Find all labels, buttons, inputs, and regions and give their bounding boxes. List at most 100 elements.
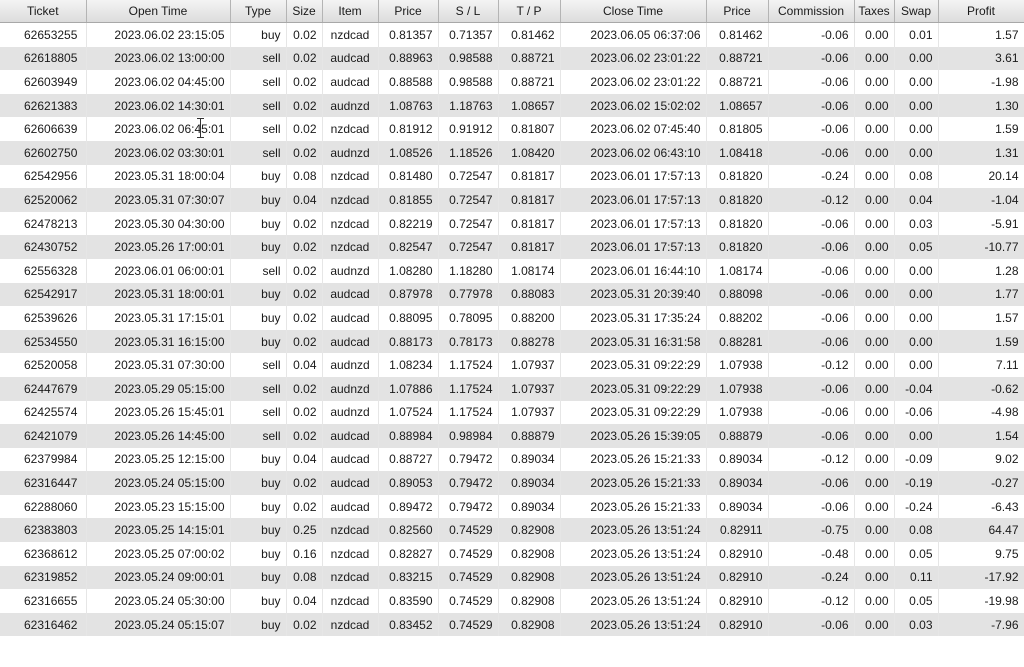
cell-taxes: 0.00	[854, 424, 895, 448]
cell-taxes: 0.00	[854, 400, 895, 425]
cell-size: 0.16	[286, 542, 323, 566]
table-row[interactable]: 62534550 2023.05.31 16:15:00 buy 0.02 audcad…	[0, 329, 1024, 354]
column-header-commission[interactable]: Commission	[768, 0, 855, 23]
table-row[interactable]: 62447679 2023.05.29 05:15:00 sell 0.02 audnz…	[0, 376, 1024, 401]
cell-commission: -0.06	[768, 22, 855, 47]
cell-type: sell	[230, 376, 287, 401]
cell-stop-loss: 0.74529	[438, 542, 499, 566]
cell-take-profit: 0.88200	[498, 306, 561, 330]
table-row[interactable]: 62542956 2023.05.31 18:00:04 buy 0.08 nzdcad…	[0, 164, 1024, 189]
cell-open-price: 0.83590	[378, 589, 439, 613]
table-row[interactable]: 62319852 2023.05.24 09:00:01 buy 0.08 nzdcad…	[0, 565, 1024, 590]
column-header-type[interactable]: Type	[230, 0, 287, 23]
cell-swap: 0.00	[894, 140, 939, 165]
cell-close-price: 1.08657	[706, 93, 769, 118]
column-header-item[interactable]: Item	[322, 0, 379, 23]
table-row[interactable]: 62602750 2023.06.02 03:30:01 sell 0.02 audnz…	[0, 140, 1024, 165]
cell-open-price: 1.08280	[378, 258, 439, 283]
cell-swap: 0.00	[894, 353, 939, 377]
column-header-open-time[interactable]: Open Time	[86, 0, 231, 23]
cell-ticket: 62319852	[0, 565, 87, 590]
cell-commission: -0.06	[768, 376, 855, 401]
column-header-swap[interactable]: Swap	[894, 0, 939, 23]
cell-profit: 7.11	[938, 353, 1024, 377]
cell-taxes: 0.00	[854, 589, 895, 613]
cell-close-price: 0.81820	[706, 188, 769, 212]
cell-taxes: 0.00	[854, 164, 895, 189]
table-row[interactable]: 62621383 2023.06.02 14:30:01 sell 0.02 audnz…	[0, 93, 1024, 118]
cell-taxes: 0.00	[854, 235, 895, 259]
cell-commission: -0.06	[768, 211, 855, 236]
table-row[interactable]: 62603949 2023.06.02 04:45:00 sell 0.02 audca…	[0, 70, 1024, 94]
cell-open-time: 2023.05.25 12:15:00	[86, 447, 231, 472]
table-row[interactable]: 62421079 2023.05.26 14:45:00 sell 0.02 audca…	[0, 424, 1024, 448]
cell-take-profit: 0.88083	[498, 282, 561, 307]
cell-item: nzdcad	[322, 235, 379, 259]
column-header-close-price[interactable]: Price	[706, 0, 769, 23]
cell-ticket: 62603949	[0, 70, 87, 94]
cell-open-time: 2023.05.31 16:15:00	[86, 329, 231, 354]
cell-swap: 0.00	[894, 46, 939, 71]
cell-commission: -0.06	[768, 306, 855, 330]
table-row[interactable]: 62520062 2023.05.31 07:30:07 buy 0.04 nzdcad…	[0, 188, 1024, 212]
table-row[interactable]: 62542917 2023.05.31 18:00:01 buy 0.02 audcad…	[0, 282, 1024, 307]
table-row[interactable]: 62520058 2023.05.31 07:30:00 sell 0.04 audnz…	[0, 353, 1024, 377]
table-row[interactable]: 62425574 2023.05.26 15:45:01 sell 0.02 audnz…	[0, 400, 1024, 425]
table-row[interactable]: 62606639 2023.06.02 06:45:01 sell 0.02 nzdca…	[0, 117, 1024, 141]
cell-take-profit: 0.88721	[498, 46, 561, 71]
cell-close-time: 2023.06.02 15:02:02	[560, 93, 707, 118]
column-header-ticket[interactable]: Ticket	[0, 0, 87, 23]
cell-stop-loss: 0.74529	[438, 612, 499, 637]
cell-size: 0.02	[286, 211, 323, 236]
cell-type: buy	[230, 565, 287, 590]
cell-ticket: 62539626	[0, 306, 87, 330]
table-row[interactable]: 62383803 2023.05.25 14:15:01 buy 0.25 nzdcad…	[0, 518, 1024, 543]
table-row[interactable]: 62539626 2023.05.31 17:15:01 buy 0.02 audcad…	[0, 306, 1024, 330]
cell-open-price: 0.83215	[378, 565, 439, 590]
cell-commission: -0.12	[768, 589, 855, 613]
column-header-size[interactable]: Size	[286, 0, 323, 23]
cell-taxes: 0.00	[854, 306, 895, 330]
cell-close-time: 2023.05.26 15:21:33	[560, 471, 707, 495]
cell-type: sell	[230, 258, 287, 283]
cell-close-time: 2023.06.02 23:01:22	[560, 70, 707, 94]
column-header-take-profit[interactable]: T / P	[498, 0, 561, 23]
table-row[interactable]: 62316462 2023.05.24 05:15:07 buy 0.02 nzdcad…	[0, 612, 1024, 637]
cell-item: audcad	[322, 46, 379, 71]
cell-open-price: 0.81357	[378, 22, 439, 47]
table-row[interactable]: 62316655 2023.05.24 05:30:00 buy 0.04 nzdcad…	[0, 589, 1024, 613]
column-header-close-time[interactable]: Close Time	[560, 0, 707, 23]
cell-size: 0.02	[286, 400, 323, 425]
table-row[interactable]: 62379984 2023.05.25 12:15:00 buy 0.04 audcad…	[0, 447, 1024, 472]
table-row[interactable]: 62288060 2023.05.23 15:15:00 buy 0.02 audcad…	[0, 494, 1024, 519]
table-row[interactable]: 62430752 2023.05.26 17:00:01 buy 0.02 nzdcad…	[0, 235, 1024, 259]
cell-size: 0.08	[286, 565, 323, 590]
cell-swap: 0.05	[894, 542, 939, 566]
column-header-stop-loss[interactable]: S / L	[438, 0, 499, 23]
cell-swap: 0.00	[894, 282, 939, 307]
cell-size: 0.25	[286, 518, 323, 543]
table-row[interactable]: 62653255 2023.06.02 23:15:05 buy 0.02 nzdcad…	[0, 22, 1024, 47]
cell-close-price: 0.82910	[706, 565, 769, 590]
cell-close-time: 2023.05.31 17:35:24	[560, 306, 707, 330]
cell-stop-loss: 0.79472	[438, 494, 499, 519]
cell-take-profit: 0.82908	[498, 612, 561, 637]
column-header-taxes[interactable]: Taxes	[854, 0, 895, 23]
table-row[interactable]: 62478213 2023.05.30 04:30:00 buy 0.02 nzdcad…	[0, 211, 1024, 236]
cell-open-time: 2023.05.24 05:15:07	[86, 612, 231, 637]
cell-type: sell	[230, 93, 287, 118]
table-row[interactable]: 62556328 2023.06.01 06:00:01 sell 0.02 audnz…	[0, 258, 1024, 283]
table-row[interactable]: 62618805 2023.06.02 13:00:00 sell 0.02 audca…	[0, 46, 1024, 71]
table-row[interactable]: 62316447 2023.05.24 05:15:00 buy 0.02 audcad…	[0, 471, 1024, 495]
cell-swap: 0.00	[894, 93, 939, 118]
cell-commission: -0.06	[768, 140, 855, 165]
cell-open-price: 0.83452	[378, 612, 439, 637]
column-header-profit[interactable]: Profit	[938, 0, 1024, 23]
cell-close-time: 2023.06.05 06:37:06	[560, 22, 707, 47]
cell-ticket: 62602750	[0, 140, 87, 165]
cell-open-time: 2023.05.26 17:00:01	[86, 235, 231, 259]
cell-open-price: 0.88173	[378, 329, 439, 354]
table-row[interactable]: 62368612 2023.05.25 07:00:02 buy 0.16 nzdcad…	[0, 542, 1024, 566]
column-header-open-price[interactable]: Price	[378, 0, 439, 23]
cell-swap: 0.00	[894, 306, 939, 330]
